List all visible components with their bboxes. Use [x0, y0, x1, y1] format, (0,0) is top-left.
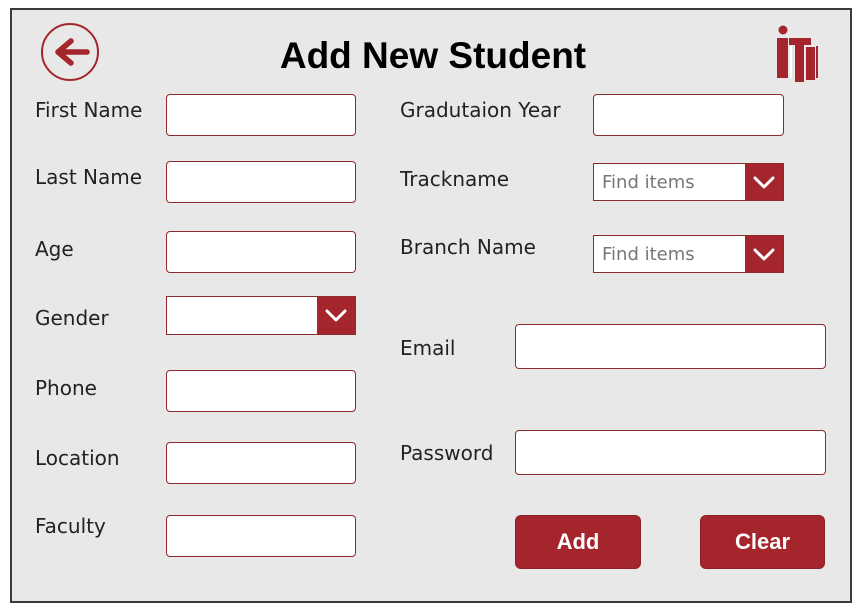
gender-label: Gender — [35, 306, 109, 330]
trackname-placeholder: Find items — [602, 171, 695, 193]
graduation-year-input[interactable] — [593, 94, 784, 136]
trackname-dropdown-button[interactable] — [745, 164, 783, 200]
first-name-label: First Name — [35, 98, 143, 122]
chevron-down-icon — [753, 176, 775, 189]
add-button[interactable]: Add — [515, 515, 641, 569]
graduation-year-label: Gradutaion Year — [400, 98, 561, 122]
clear-button[interactable]: Clear — [700, 515, 825, 569]
password-label: Password — [400, 441, 494, 465]
gender-dropdown-button[interactable] — [317, 297, 355, 334]
phone-label: Phone — [35, 376, 97, 400]
email-input[interactable] — [515, 324, 826, 369]
password-input[interactable] — [515, 430, 826, 475]
branch-name-placeholder: Find items — [602, 243, 695, 265]
page-title: Add New Student — [279, 35, 587, 76]
faculty-label: Faculty — [35, 514, 106, 538]
chevron-down-icon — [325, 309, 347, 322]
branch-name-dropdown-button[interactable] — [745, 236, 783, 272]
branch-name-label: Branch Name — [400, 235, 536, 259]
location-label: Location — [35, 446, 120, 470]
location-input[interactable] — [166, 442, 356, 484]
age-input[interactable] — [166, 231, 356, 273]
last-name-input[interactable] — [166, 161, 356, 203]
email-label: Email — [400, 336, 456, 360]
branch-name-combobox[interactable]: Find items — [593, 235, 784, 273]
faculty-input[interactable] — [166, 515, 356, 557]
trackname-label: Trackname — [400, 167, 510, 191]
trackname-combobox[interactable]: Find items — [593, 163, 784, 201]
age-label: Age — [35, 237, 74, 261]
gender-dropdown[interactable] — [166, 296, 356, 335]
iti-logo — [777, 25, 818, 82]
chevron-down-icon — [753, 248, 775, 261]
first-name-input[interactable] — [166, 94, 356, 136]
phone-input[interactable] — [166, 370, 356, 412]
last-name-label: Last Name — [35, 165, 143, 189]
